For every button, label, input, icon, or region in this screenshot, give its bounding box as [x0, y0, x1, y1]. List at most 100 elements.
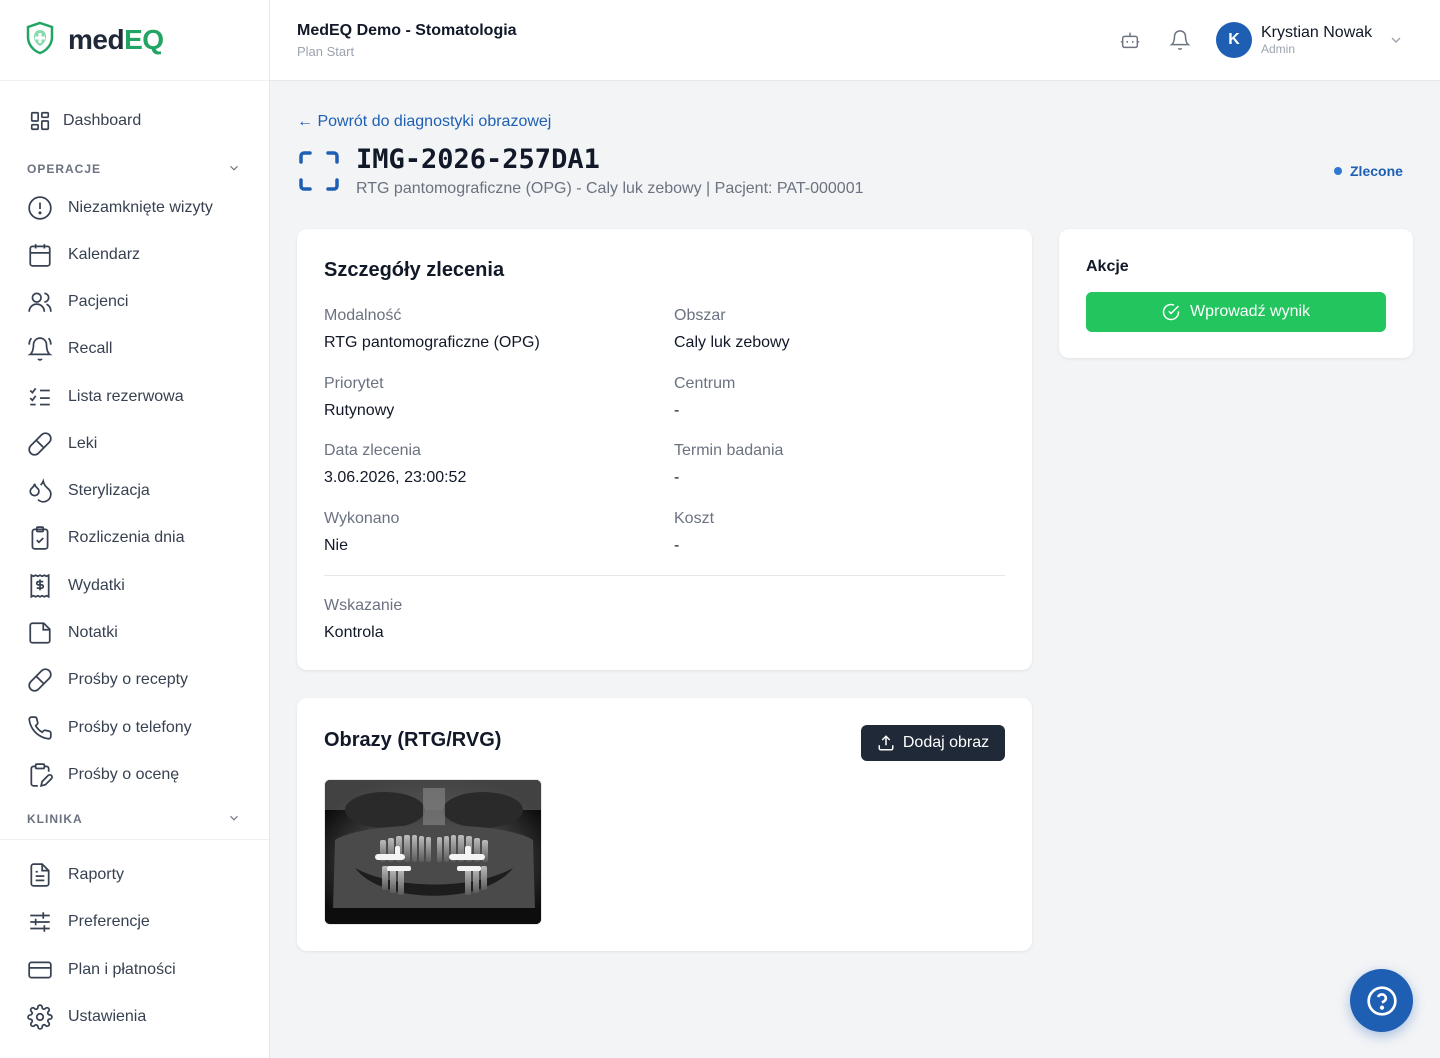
xray-thumbnail[interactable] — [324, 779, 542, 925]
sidebar-item-sterilization[interactable]: Sterylizacja — [0, 471, 269, 511]
sidebar-item-patients[interactable]: Pacjenci — [0, 282, 269, 322]
sidebar-item-label: Sterylizacja — [68, 482, 150, 499]
robot-icon[interactable] — [1118, 28, 1142, 52]
status-label: Zlecone — [1350, 163, 1403, 179]
add-image-button[interactable]: Dodaj obraz — [861, 725, 1005, 761]
sidebar-item-billing[interactable]: Plan i płatności — [0, 950, 269, 990]
field-label-indication: Wskazanie — [324, 597, 403, 614]
sidebar-item-label: Plan i płatności — [68, 961, 176, 978]
sidebar-item-call-requests[interactable]: Prośby o telefony — [0, 708, 269, 748]
phone-icon — [26, 714, 54, 742]
status-badge: Zlecone — [1334, 163, 1403, 179]
page-title: IMG-2026-257DA1 — [356, 144, 600, 175]
images-card: Obrazy (RTG/RVG) Dodaj obraz — [297, 698, 1032, 951]
scan-icon — [298, 150, 340, 197]
field-value-priority: Rutynowy — [324, 402, 395, 419]
logo-text-eq: EQ — [124, 24, 164, 55]
sidebar-item-label: Rozliczenia dnia — [68, 529, 185, 546]
upload-icon — [877, 734, 895, 752]
pill-icon — [26, 430, 54, 458]
sidebar-item-calendar[interactable]: Kalendarz — [0, 235, 269, 275]
sidebar-item-daily-settlement[interactable]: Rozliczenia dnia — [0, 518, 269, 558]
sidebar-item-notes[interactable]: Notatki — [0, 613, 269, 653]
clinic-name: MedEQ Demo - Stomatologia — [297, 22, 517, 39]
droplets-icon — [26, 477, 54, 505]
clipboard-edit-icon — [26, 761, 54, 789]
avatar[interactable]: K — [1216, 22, 1252, 58]
sidebar-item-recall[interactable]: Recall — [0, 329, 269, 369]
sidebar-item-label: Kalendarz — [68, 246, 141, 263]
sidebar-item-label: Lista rezerwowa — [68, 388, 184, 405]
calendar-icon — [26, 241, 54, 269]
logo[interactable]: medEQ — [0, 0, 269, 81]
sidebar-item-expenses[interactable]: Wydatki — [0, 566, 269, 606]
panoramic-xray-image — [325, 780, 541, 924]
field-label-area: Obszar — [674, 307, 726, 324]
sidebar-item-label: Preferencje — [68, 913, 150, 930]
chevron-down-icon[interactable] — [1388, 32, 1404, 53]
sidebar-item-dashboard[interactable]: Dashboard — [0, 101, 269, 141]
field-label-modality: Modalność — [324, 307, 402, 324]
field-value-exam-date: - — [674, 469, 680, 486]
file-text-icon — [26, 861, 54, 889]
field-label-center: Centrum — [674, 375, 736, 392]
sidebar-item-open-visits[interactable]: Niezamknięte wizyty — [0, 188, 269, 228]
sidebar-item-review-requests[interactable]: Prośby o ocenę — [0, 755, 269, 795]
chevron-down-icon[interactable] — [227, 161, 241, 180]
help-circle-icon — [1366, 985, 1398, 1017]
field-value-indication: Kontrola — [324, 624, 384, 641]
logo-shield-icon — [24, 21, 56, 60]
bell-icon[interactable] — [1168, 28, 1192, 52]
field-value-center: - — [674, 402, 680, 419]
alert-circle-icon — [26, 194, 54, 222]
back-link[interactable]: ← Powrót do diagnostyki obrazowej — [297, 113, 551, 131]
sidebar-item-label: Prośby o telefony — [68, 719, 192, 736]
field-label-completed: Wykonano — [324, 510, 400, 527]
sidebar-item-preferences[interactable]: Preferencje — [0, 902, 269, 942]
sidebar-item-label: Dashboard — [63, 112, 142, 129]
section-label-clinic: KLINIKA — [27, 812, 83, 826]
sidebar-item-label: Leki — [68, 435, 98, 452]
sidebar-item-label: Raporty — [68, 866, 125, 883]
sidebar-divider — [0, 839, 269, 840]
receipt-icon — [26, 572, 54, 600]
enter-result-label: Wprowadź wynik — [1189, 303, 1311, 320]
field-value-completed: Nie — [324, 537, 349, 554]
sidebar-item-label: Recall — [68, 340, 113, 357]
logo-text-med: med — [68, 24, 125, 55]
images-title: Obrazy (RTG/RVG) — [324, 729, 502, 751]
sidebar-item-label: Notatki — [68, 624, 118, 641]
status-dot — [1334, 167, 1342, 175]
chevron-down-icon[interactable] — [227, 811, 241, 830]
sidebar-item-medications[interactable]: Leki — [0, 424, 269, 464]
user-name[interactable]: Krystian Nowak — [1261, 24, 1372, 42]
enter-result-button[interactable]: Wprowadź wynik — [1086, 292, 1386, 332]
bell-ring-icon — [26, 335, 54, 363]
field-value-order-date: 3.06.2026, 23:00:52 — [324, 469, 467, 486]
field-label-order-date: Data zlecenia — [324, 442, 421, 459]
logo-text: medEQ — [68, 24, 164, 56]
settings-icon — [26, 1003, 54, 1031]
sidebar-item-reports[interactable]: Raporty — [0, 855, 269, 895]
sidebar-item-label: Prośby o ocenę — [68, 766, 180, 783]
clipboard-check-icon — [26, 524, 54, 552]
field-value-modality: RTG pantomograficzne (OPG) — [324, 334, 540, 351]
sidebar-item-label: Ustawienia — [68, 1008, 147, 1025]
sidebar-item-label: Pacjenci — [68, 293, 129, 310]
topbar: MedEQ Demo - Stomatologia Plan Start K K… — [270, 0, 1440, 81]
pill-icon — [26, 666, 54, 694]
sidebar-item-waitlist[interactable]: Lista rezerwowa — [0, 377, 269, 417]
sidebar-item-settings[interactable]: Ustawienia — [0, 997, 269, 1037]
help-button[interactable] — [1350, 969, 1413, 1032]
list-checks-icon — [26, 383, 54, 411]
field-value-area: Caly luk zebowy — [674, 334, 790, 351]
field-label-priority: Priorytet — [324, 375, 384, 392]
sidebar-item-label: Prośby o recepty — [68, 671, 189, 688]
order-details-card: Szczegóły zlecenia Modalność RTG pantomo… — [297, 229, 1032, 670]
sticky-note-icon — [26, 619, 54, 647]
check-circle-icon — [1162, 303, 1180, 321]
sidebar-item-prescription-requests[interactable]: Prośby o recepty — [0, 660, 269, 700]
actions-card: Akcje Wprowadź wynik — [1059, 229, 1413, 358]
field-label-exam-date: Termin badania — [674, 442, 784, 459]
add-image-label: Dodaj obraz — [902, 734, 990, 751]
